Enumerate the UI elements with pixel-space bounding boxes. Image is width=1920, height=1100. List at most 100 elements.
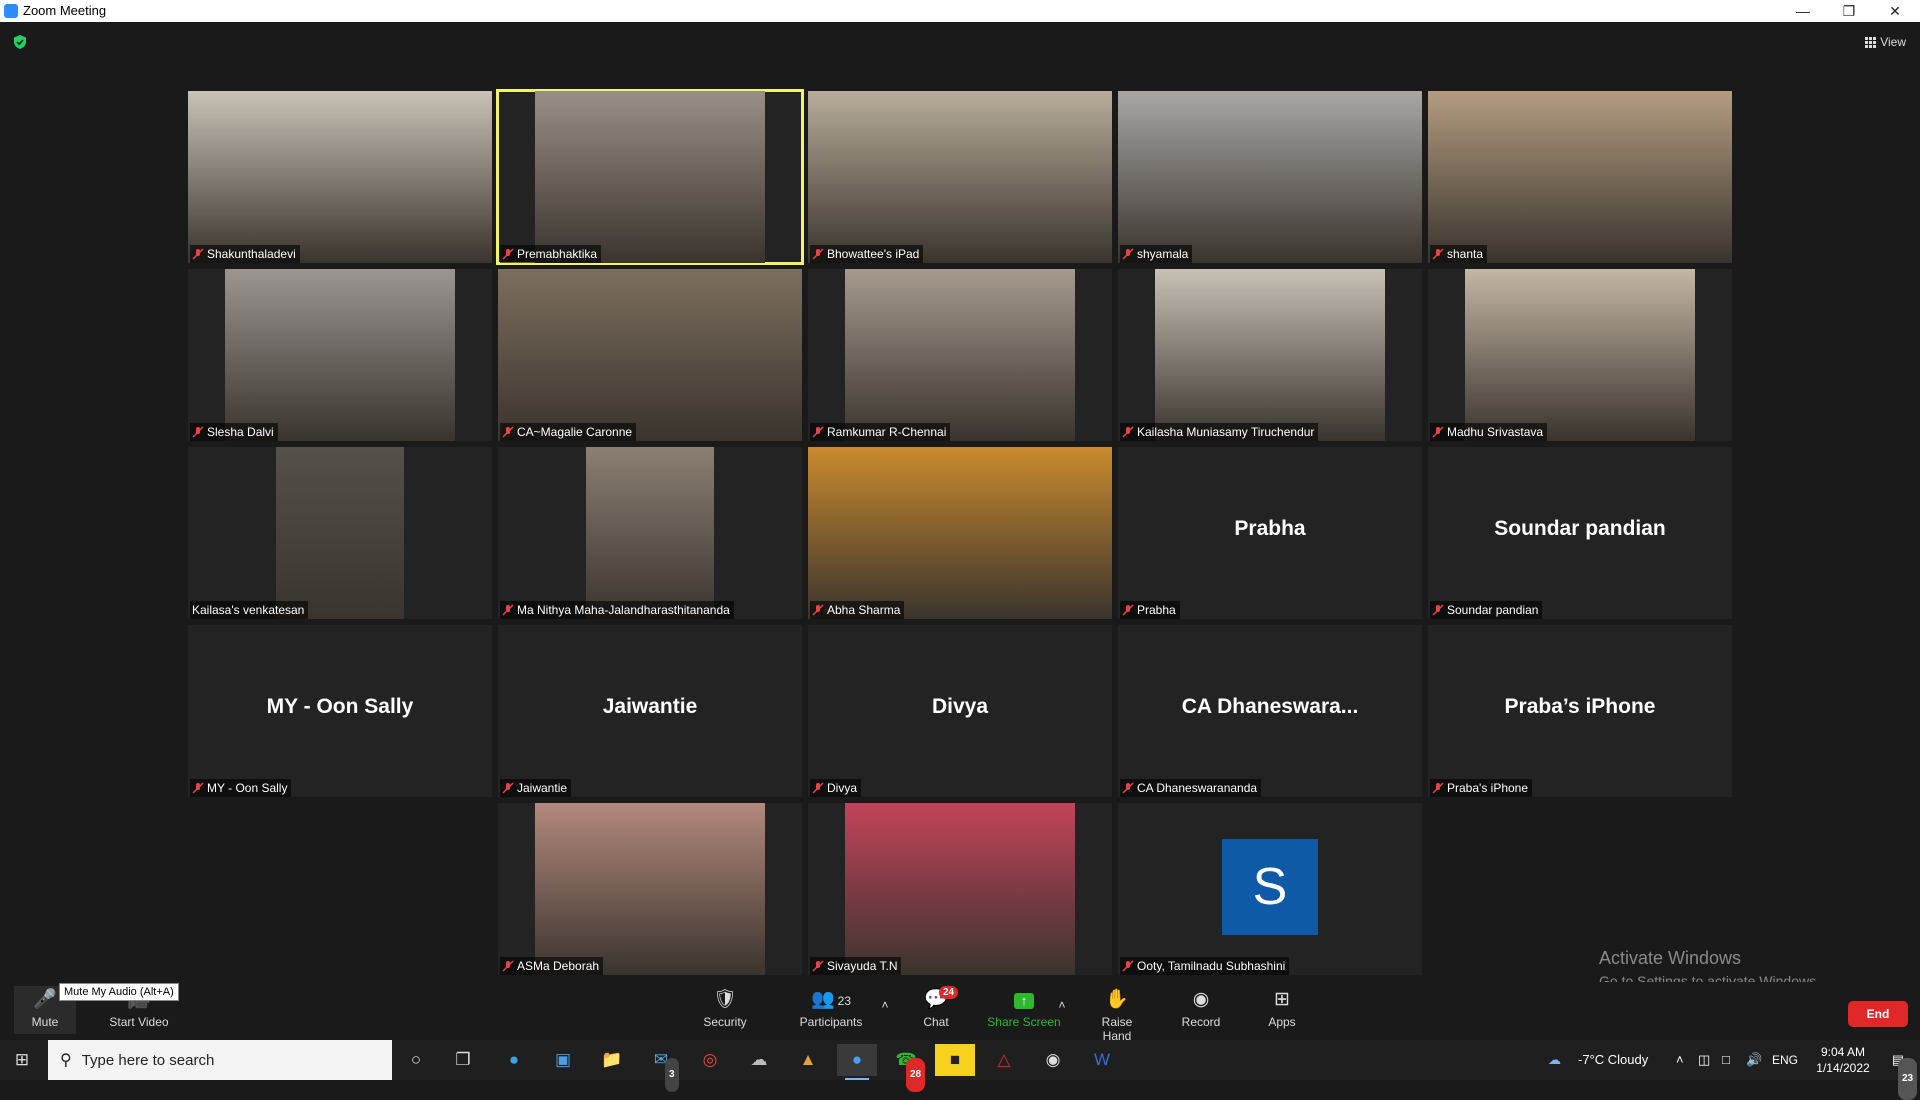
participant-display-name: Praba’s iPhone [1504, 695, 1656, 718]
participants-options-chevron-icon[interactable]: ˄ [878, 998, 892, 1012]
record-button[interactable]: ◉ Record [1178, 988, 1224, 1029]
participant-tile[interactable]: Praba’s iPhone Praba's iPhone [1428, 625, 1732, 797]
restore-icon[interactable]: ❐ [1826, 0, 1872, 22]
chat-unread-badge: 24 [939, 986, 959, 999]
acrobat-icon[interactable]: △ [984, 1044, 1024, 1076]
participant-video [586, 447, 714, 619]
participant-tile[interactable]: S Ooty, Tamilnadu Subhashini [1118, 803, 1422, 975]
mute-label: Mute [31, 1015, 59, 1029]
edge-browser-icon[interactable]: ● [494, 1044, 534, 1076]
participant-tile[interactable]: Premabhaktika [496, 89, 804, 265]
participant-tile[interactable]: Prabha Prabha [1118, 447, 1422, 619]
participant-tile[interactable]: shanta [1428, 91, 1732, 263]
view-button[interactable]: View [1865, 35, 1906, 49]
muted-mic-icon [1122, 782, 1134, 794]
mute-tooltip: Mute My Audio (Alt+A) [59, 983, 179, 1001]
participant-tile[interactable]: Kailasha Muniasamy Tiruchendur [1118, 269, 1422, 441]
participant-nameplate: Madhu Srivastava [1430, 423, 1548, 441]
start-video-label: Start Video [109, 1015, 169, 1029]
muted-mic-icon [192, 782, 204, 794]
participant-name: ASMa Deborah [517, 959, 600, 973]
weather-cloud-icon[interactable]: ☁ [1548, 1040, 1561, 1080]
participant-tile[interactable]: Jaiwantie Jaiwantie [498, 625, 802, 797]
tray-chevron-icon[interactable]: ˄ [1676, 1040, 1684, 1080]
muted-mic-icon [1432, 782, 1444, 794]
security-button[interactable]: 🛡 Security [700, 988, 750, 1029]
share-screen-button[interactable]: ↑ Share Screen [986, 988, 1062, 1029]
clock-time: 9:04 AM [1820, 1045, 1866, 1059]
participant-tile[interactable]: Kailasa's venkatesan [188, 447, 492, 619]
weather-text[interactable]: -7°C Cloudy [1578, 1040, 1648, 1080]
paint-icon[interactable]: ☁ [739, 1044, 779, 1076]
participant-video [535, 803, 765, 975]
encryption-shield-icon[interactable] [12, 34, 28, 50]
participant-video [808, 91, 1112, 263]
file-explorer-icon[interactable]: 📁 [592, 1044, 632, 1076]
share-screen-label: Share Screen [987, 1015, 1061, 1029]
participant-tile[interactable]: Madhu Srivastava [1428, 269, 1732, 441]
notification-center-icon[interactable]: ▤ 23 [1880, 1040, 1918, 1100]
end-meeting-button[interactable]: End [1848, 1001, 1908, 1027]
whatsapp-icon[interactable]: ☎ 28 [886, 1044, 926, 1092]
participant-tile[interactable]: Abha Sharma [808, 447, 1112, 619]
media-player-icon[interactable]: ◉ [1033, 1044, 1073, 1076]
raise-hand-button[interactable]: ✋ Raise Hand [1086, 988, 1148, 1043]
record-label: Record [1181, 1015, 1221, 1029]
muted-mic-icon [1122, 960, 1134, 972]
volume-icon[interactable]: 🔊 [1746, 1040, 1762, 1080]
windows-start-icon[interactable]: ⊞ [2, 1044, 42, 1076]
participant-video [225, 269, 455, 441]
participant-tile[interactable]: Ramkumar R-Chennai [808, 269, 1112, 441]
participant-tile[interactable]: Bhowattee's iPad [808, 91, 1112, 263]
participants-button[interactable]: 👥 23 Participants [796, 988, 866, 1029]
participant-tile[interactable]: CA~Magalie Caronne [498, 269, 802, 441]
mail-icon[interactable]: ✉ 3 [641, 1044, 681, 1092]
zoom-taskbar-icon[interactable]: ● [837, 1044, 877, 1080]
apps-button[interactable]: ⊞ Apps [1262, 988, 1302, 1029]
close-icon[interactable]: ✕ [1872, 0, 1918, 22]
participant-tile[interactable]: Ma Nithya Maha-Jalandharasthitananda [498, 447, 802, 619]
participant-tile[interactable]: MY - Oon Sally MY - Oon Sally [188, 625, 492, 797]
participant-nameplate: ASMa Deborah [500, 957, 604, 975]
cortana-icon[interactable]: ○ [396, 1044, 436, 1076]
search-icon: ⚲ [60, 1052, 72, 1069]
muted-mic-icon [812, 960, 824, 972]
chat-button[interactable]: 💬 24 Chat [918, 986, 959, 1029]
participant-tile[interactable]: Sivayuda T.N [808, 803, 1112, 975]
window-title: Zoom Meeting [23, 3, 107, 18]
participant-tile[interactable]: Soundar pandian Soundar pandian [1428, 447, 1732, 619]
participant-tile[interactable]: Slesha Dalvi [188, 269, 492, 441]
minimize-icon[interactable]: — [1780, 0, 1826, 22]
tray-device-icon[interactable]: ◫ [1698, 1040, 1710, 1080]
language-indicator[interactable]: ENG [1772, 1040, 1798, 1080]
sticky-notes-icon[interactable]: ■ [935, 1044, 975, 1076]
muted-mic-icon [502, 426, 514, 438]
taskbar-search-box[interactable]: ⚲ Type here to search [48, 1040, 392, 1080]
participant-name: Divya [827, 781, 858, 795]
participant-video [188, 91, 492, 263]
participant-video [1118, 91, 1422, 263]
chat-label: Chat [923, 1015, 949, 1029]
word-icon[interactable]: W [1082, 1044, 1122, 1076]
apps-icon: ⊞ [1274, 989, 1290, 1010]
chrome-icon[interactable]: ◎ [690, 1044, 730, 1076]
participant-nameplate: Sivayuda T.N [810, 957, 902, 975]
participant-name: Praba's iPhone [1447, 781, 1529, 795]
app-icon[interactable]: ▲ [788, 1044, 828, 1076]
participant-tile[interactable]: ASMa Deborah [498, 803, 802, 975]
view-label: View [1880, 35, 1906, 49]
participant-nameplate: Ooty, Tamilnadu Subhashini [1120, 957, 1290, 975]
muted-mic-icon [1432, 604, 1444, 616]
participant-tile[interactable]: CA Dhaneswara... CA Dhaneswarananda [1118, 625, 1422, 797]
clock[interactable]: 9:04 AM 1/14/2022 [1806, 1040, 1880, 1084]
muted-mic-icon [192, 248, 204, 260]
raise-hand-label: Raise Hand [1101, 1015, 1133, 1043]
network-icon[interactable]: □ [1722, 1040, 1730, 1080]
task-view-icon[interactable]: ❐ [443, 1044, 483, 1076]
microsoft-store-icon[interactable]: ▣ [543, 1044, 583, 1076]
participant-nameplate: MY - Oon Sally [190, 779, 292, 797]
share-options-chevron-icon[interactable]: ˄ [1055, 998, 1069, 1012]
participant-tile[interactable]: shyamala [1118, 91, 1422, 263]
participant-tile[interactable]: Shakunthaladevi [188, 91, 492, 263]
participant-tile[interactable]: Divya Divya [808, 625, 1112, 797]
